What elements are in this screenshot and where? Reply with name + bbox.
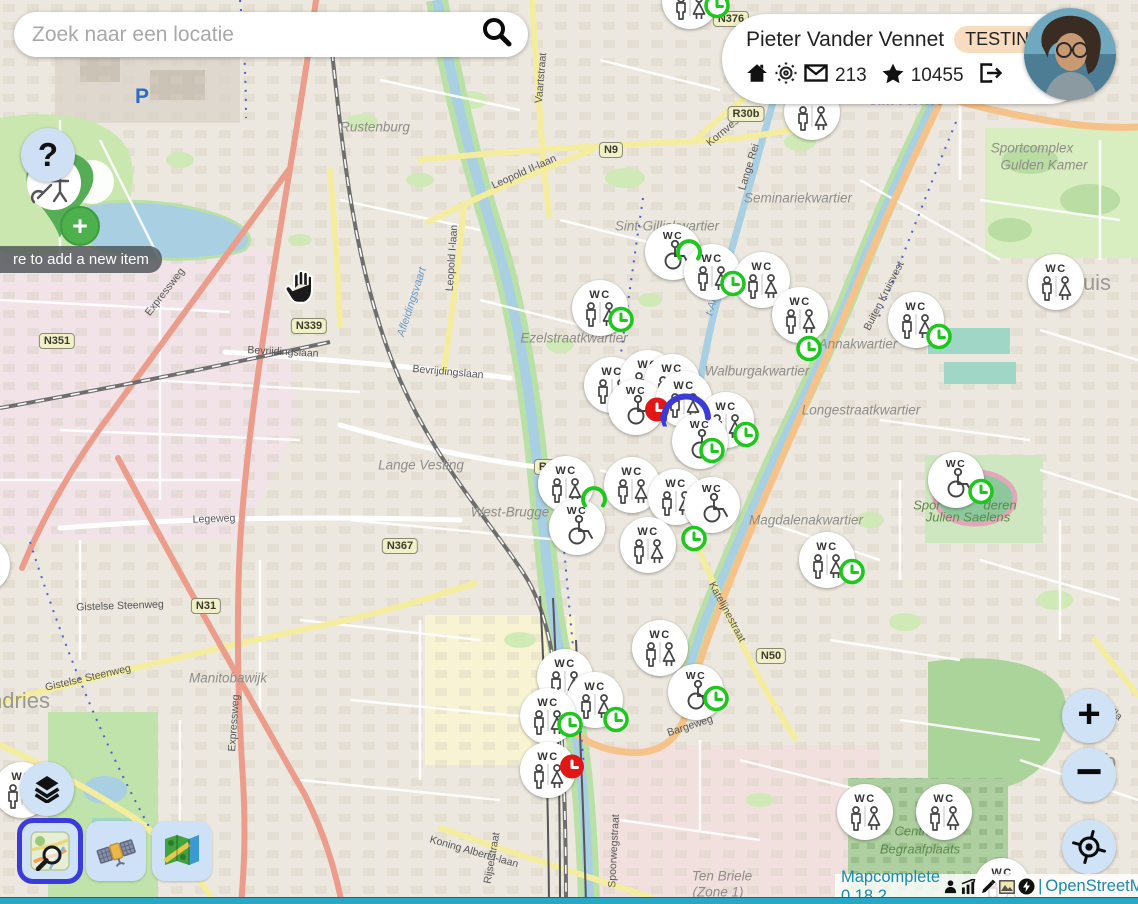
svg-text:WC: WC	[933, 793, 954, 805]
toilet-marker[interactable]: WC	[620, 517, 676, 573]
bottom-accent-bar	[0, 897, 1138, 904]
messages-count: 213	[835, 65, 867, 87]
attribution-badge-icon[interactable]	[1018, 878, 1035, 895]
svg-text:WC: WC	[589, 289, 610, 301]
open-clock-badge	[837, 557, 867, 592]
road-shield: R30b	[728, 106, 765, 122]
svg-text:WC: WC	[584, 681, 605, 693]
attribution-separator: |	[1038, 877, 1042, 896]
svg-text:WC: WC	[854, 793, 875, 805]
svg-text:WC: WC	[555, 465, 576, 477]
toilets-icon: WC	[921, 789, 967, 835]
check-arc-badge	[675, 238, 703, 271]
open-clock-badge	[718, 269, 748, 304]
image-license-icon[interactable]	[999, 880, 1015, 894]
edit-pencil-icon[interactable]	[980, 879, 996, 895]
home-icon[interactable]	[746, 63, 768, 89]
selection-arc	[657, 385, 715, 432]
open-clock-badge	[601, 705, 631, 740]
mapcomplete-app: RustenburgBrugge-Sint-PietersSint-Gillis…	[0, 0, 1138, 904]
messages-icon[interactable]	[804, 64, 828, 88]
attribution-bar: Mapcomplete 0.18.2 | OpenStreetMap	[835, 874, 1138, 899]
zoom-out-button[interactable]: −	[1062, 748, 1116, 802]
svg-text:WC: WC	[665, 478, 686, 490]
check-arc-badge	[580, 485, 608, 518]
layers-button[interactable]	[20, 762, 74, 816]
svg-text:WC: WC	[686, 670, 707, 682]
add-item-tooltip: re to add a new item	[0, 246, 162, 273]
help-button[interactable]: ?	[21, 128, 75, 182]
toilet-marker[interactable]: WC	[916, 784, 972, 840]
toilets-icon: WC	[637, 625, 683, 671]
open-clock-badge	[555, 710, 585, 745]
road-shield: N367	[382, 538, 418, 554]
road-shield: N50	[756, 648, 786, 664]
search-bar	[14, 12, 528, 57]
toilets-icon: WC	[842, 789, 888, 835]
toilet-marker[interactable]: WC	[1028, 254, 1084, 310]
user-name: Pieter Vander Vennet	[746, 28, 944, 52]
background-layer-satellite-button[interactable]	[86, 821, 146, 881]
svg-text:WC: WC	[715, 401, 736, 413]
open-clock-badge	[924, 322, 954, 357]
road-shield: N351	[39, 333, 75, 349]
svg-text:WC: WC	[1045, 263, 1066, 275]
toilet-marker[interactable]: WC	[632, 620, 688, 676]
wheelchair-toilets-icon: WC	[689, 482, 735, 528]
hand-cursor-icon	[281, 265, 323, 314]
svg-text:WC: WC	[789, 296, 810, 308]
svg-text:WC: WC	[637, 526, 658, 538]
add-item-plus-button[interactable]: +	[60, 206, 100, 246]
changesets-count: 10455	[911, 65, 964, 87]
open-clock-badge	[701, 684, 731, 719]
statistics-icon[interactable]	[961, 879, 977, 894]
open-clock-badge	[794, 334, 824, 369]
open-clock-badge	[679, 524, 709, 559]
folded-map-icon	[162, 831, 202, 871]
svg-text:WC: WC	[701, 253, 722, 265]
open-clock-badge	[702, 0, 732, 26]
svg-text:WC: WC	[905, 301, 926, 313]
background-layer-osm-button[interactable]	[20, 821, 80, 881]
open-clock-badge	[731, 420, 761, 455]
svg-text:WC: WC	[946, 458, 967, 470]
svg-text:WC: WC	[554, 658, 575, 670]
svg-text:WC: WC	[816, 541, 837, 553]
road-shield: N9	[599, 142, 623, 158]
toilets-icon: WC	[777, 292, 823, 338]
road-shield: N339	[291, 318, 327, 334]
osm-map-icon	[30, 831, 70, 871]
user-avatar[interactable]	[1024, 8, 1116, 100]
svg-text:WC: WC	[649, 629, 670, 641]
toilets-icon: WC	[625, 522, 671, 568]
search-input[interactable]	[14, 23, 480, 47]
toilet-marker[interactable]: WC	[837, 784, 893, 840]
toilets-icon: WC	[0, 542, 5, 588]
closed-clock-badge	[557, 752, 587, 787]
road-shield: N31	[191, 598, 221, 614]
toilets-icon: WC	[1033, 259, 1079, 305]
geolocate-button[interactable]	[1062, 820, 1116, 874]
zoom-in-button[interactable]: +	[1062, 689, 1116, 743]
crosshair-icon	[1067, 825, 1111, 869]
open-clock-badge	[606, 305, 636, 340]
open-clock-badge	[697, 436, 727, 471]
search-icon[interactable]	[480, 15, 514, 54]
osm-link[interactable]: OpenStreetMap	[1045, 877, 1138, 896]
logout-icon[interactable]	[979, 62, 1003, 90]
layers-icon	[33, 775, 61, 803]
svg-text:WC: WC	[621, 466, 642, 478]
gear-icon[interactable]	[775, 62, 797, 90]
background-layer-map-button[interactable]	[152, 821, 212, 881]
svg-text:WC: WC	[537, 697, 558, 709]
svg-text:WC: WC	[702, 483, 723, 495]
help-label: ?	[38, 136, 58, 174]
contributors-icon[interactable]	[943, 879, 958, 894]
open-clock-badge	[966, 477, 996, 512]
svg-text:WC: WC	[751, 261, 772, 273]
star-icon	[882, 63, 904, 90]
svg-text:WC: WC	[537, 751, 558, 763]
satellite-icon	[95, 830, 137, 872]
